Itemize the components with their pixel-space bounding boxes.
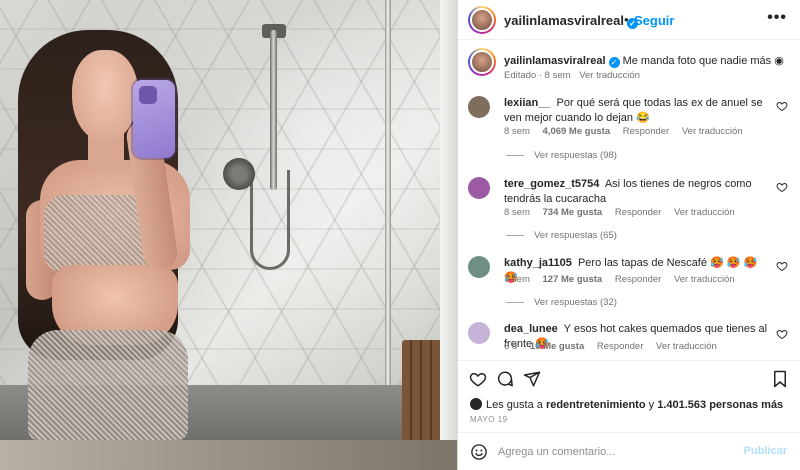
like-heart-icon[interactable] — [469, 370, 487, 388]
view-replies[interactable]: Ver respuestas (65) — [506, 230, 617, 241]
translate-link[interactable]: Ver traducción — [674, 207, 735, 218]
comment-likes[interactable]: 10 Me gusta — [530, 341, 584, 352]
comment-username[interactable]: lexiian__ — [504, 97, 550, 109]
post-photo[interactable] — [0, 0, 457, 470]
translate-link[interactable]: Ver traducción — [656, 341, 717, 352]
replies-line — [506, 301, 524, 303]
publish-button[interactable]: Publicar — [744, 445, 787, 457]
bottom-strip — [0, 440, 457, 470]
comment-meta: 8 sem 4,069 Me gusta Responder Ver tradu… — [504, 126, 753, 137]
bookmark-icon[interactable] — [771, 370, 789, 388]
shower-pipe — [270, 30, 277, 190]
comment-meta: 8 sem 734 Me gusta Responder Ver traducc… — [504, 207, 745, 218]
comment-avatar[interactable] — [468, 256, 490, 278]
action-bar — [458, 360, 800, 396]
comment-avatar[interactable] — [468, 177, 490, 199]
caption-avatar[interactable] — [468, 48, 496, 76]
likes-middle: y — [648, 399, 655, 411]
comment-avatar[interactable] — [468, 96, 490, 118]
replies-line — [506, 154, 524, 156]
dot-separator: • — [624, 12, 629, 27]
comment-input[interactable] — [498, 442, 728, 462]
comment-likes[interactable]: 4,069 Me gusta — [543, 126, 611, 137]
post-sidebar: yailinlamasviralreal ✓ • Seguir ••• yaili… — [457, 0, 800, 470]
reply-button[interactable]: Responder — [615, 274, 661, 285]
post-date: MAYO 19 — [470, 415, 508, 424]
shower-hose — [250, 170, 290, 270]
reply-button[interactable]: Responder — [597, 341, 643, 352]
comment-text: lexiian__ Por qué será que todas las ex … — [504, 96, 764, 126]
instagram-post-view: yailinlamasviralreal ✓ • Seguir ••• yaili… — [0, 0, 800, 470]
person-mesh-skirt — [28, 330, 188, 440]
caption-text: yailinlamasviralreal ✓ Me manda foto que … — [504, 54, 789, 68]
author-avatar[interactable] — [468, 6, 496, 34]
comment-likes[interactable]: 127 Me gusta — [543, 274, 603, 285]
translate-link[interactable]: Ver traducción — [674, 274, 735, 285]
comment-username[interactable]: dea_lunee — [504, 323, 558, 335]
heart-icon[interactable] — [776, 181, 788, 193]
view-replies-label[interactable]: Ver respuestas (65) — [534, 230, 617, 241]
phone — [133, 80, 175, 158]
comment-meta: 6 d 10 Me gusta Responder Ver traducción — [504, 341, 727, 352]
likes-summary: Les gusta a redentretenimiento y 1.401.5… — [470, 398, 783, 411]
reply-button[interactable]: Responder — [615, 207, 661, 218]
comment-avatar[interactable] — [468, 322, 490, 344]
view-replies[interactable]: Ver respuestas (98) — [506, 150, 617, 161]
share-icon[interactable] — [523, 370, 541, 388]
author-username[interactable]: yailinlamasviralreal — [504, 13, 624, 28]
comment-composer: Publicar — [458, 432, 800, 470]
caption-username[interactable]: yailinlamasviralreal — [504, 55, 606, 67]
caption-meta: Editado · 8 sem Ver traducción — [504, 70, 646, 81]
more-options-icon[interactable]: ••• — [767, 9, 787, 27]
caption-translate-link[interactable]: Ver traducción — [579, 70, 640, 81]
comment-time: 8 sem — [504, 126, 530, 137]
liker-username[interactable]: redentretenimiento — [546, 399, 646, 411]
door-frame — [440, 0, 457, 470]
liker-avatar[interactable] — [470, 398, 482, 410]
comment-username[interactable]: kathy_ja1105 — [504, 257, 572, 269]
post-header: yailinlamasviralreal ✓ • Seguir ••• — [458, 0, 800, 40]
comment-time: 6 d — [504, 341, 518, 352]
comment-text: tere_gomez_t5754 Asi los tienes de negro… — [504, 177, 764, 207]
author-name-wrap: yailinlamasviralreal ✓ — [504, 13, 638, 29]
comment-meta: 7 sem 127 Me gusta Responder Ver traducc… — [504, 274, 745, 285]
heart-icon[interactable] — [776, 100, 788, 112]
phone-camera — [139, 86, 157, 104]
heart-icon[interactable] — [776, 328, 788, 340]
caption-emoji: ◉ — [774, 55, 784, 67]
caption-body: Me manda foto que nadie más — [622, 55, 772, 67]
emoji-icon[interactable] — [470, 443, 488, 461]
shower-knob — [223, 158, 255, 190]
view-replies-label[interactable]: Ver respuestas (98) — [534, 150, 617, 161]
replies-line — [506, 234, 524, 236]
likes-prefix: Les gusta a — [486, 399, 543, 411]
view-replies-label[interactable]: Ver respuestas (32) — [534, 297, 617, 308]
follow-button[interactable]: Seguir — [634, 13, 674, 28]
view-replies[interactable]: Ver respuestas (32) — [506, 297, 617, 308]
comment-likes[interactable]: 734 Me gusta — [543, 207, 603, 218]
comment-time: 7 sem — [504, 274, 530, 285]
likes-count[interactable]: 1.401.563 personas más — [657, 399, 783, 411]
comment-icon[interactable] — [496, 370, 514, 388]
caption-edited: Editado · 8 sem — [504, 70, 571, 81]
verified-badge-icon: ✓ — [608, 57, 620, 68]
heart-icon[interactable] — [776, 260, 788, 272]
translate-link[interactable]: Ver traducción — [682, 126, 743, 137]
comment-username[interactable]: tere_gomez_t5754 — [504, 178, 599, 190]
reply-button[interactable]: Responder — [623, 126, 669, 137]
glass-door-edge — [385, 0, 391, 440]
comment-time: 8 sem — [504, 207, 530, 218]
